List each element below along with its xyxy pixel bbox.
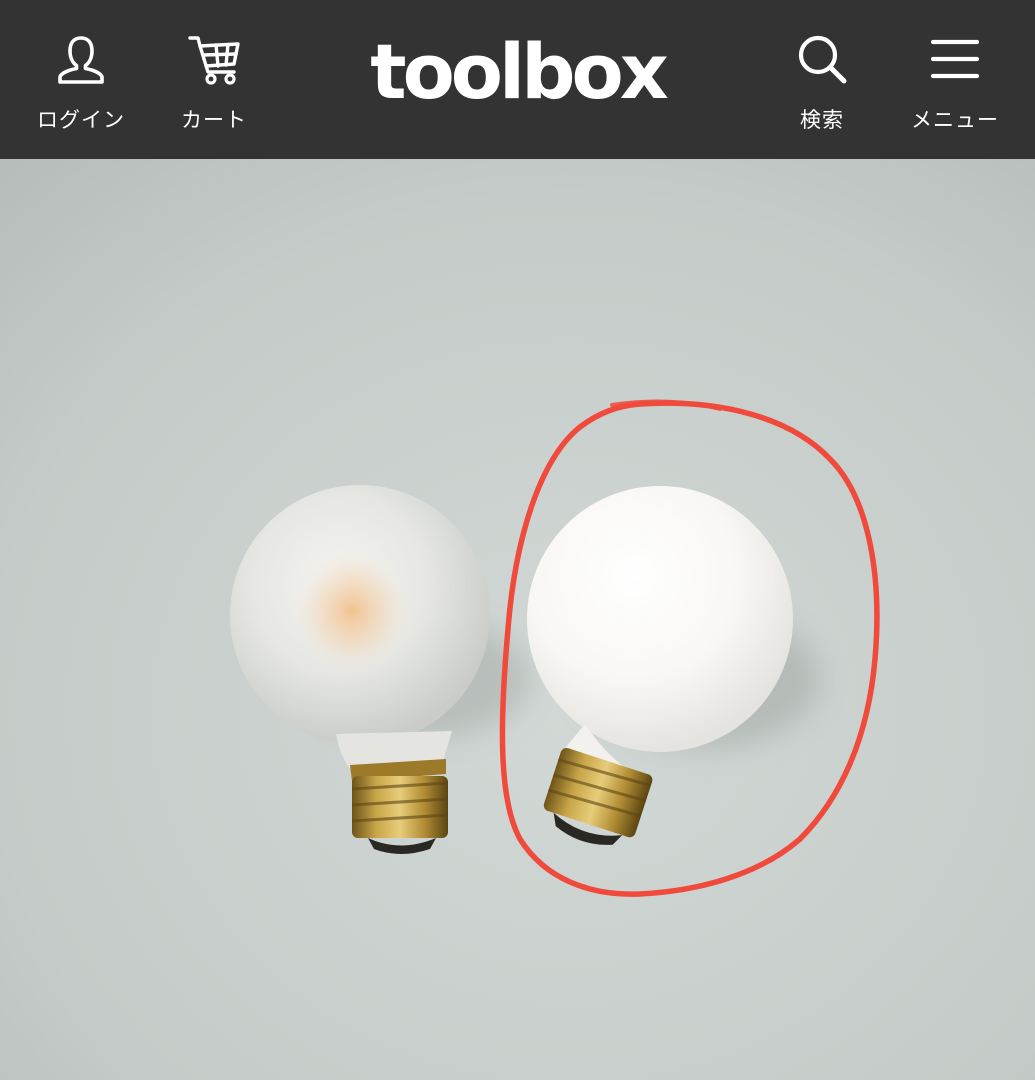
login-label: ログイン: [37, 108, 125, 132]
site-logo[interactable]: toolbox: [300, 34, 735, 110]
cart-button[interactable]: カート: [149, 0, 279, 159]
search-label: 検索: [800, 108, 844, 132]
site-header: ログイン カート toolbox 検索 メニュー: [0, 0, 1035, 159]
menu-label: メニュー: [911, 108, 999, 132]
search-icon: [792, 30, 852, 90]
hero-photo: [0, 159, 1035, 1080]
light-bulbs-photo: [0, 159, 1035, 1080]
login-button[interactable]: ログイン: [16, 0, 146, 159]
menu-button[interactable]: メニュー: [890, 0, 1020, 159]
search-button[interactable]: 検索: [757, 0, 887, 159]
hamburger-menu-icon: [925, 30, 985, 90]
user-icon: [51, 30, 111, 90]
cart-label: カート: [181, 108, 247, 132]
page: ログイン カート toolbox 検索 メニュー: [0, 0, 1035, 1080]
cart-icon: [184, 30, 244, 90]
